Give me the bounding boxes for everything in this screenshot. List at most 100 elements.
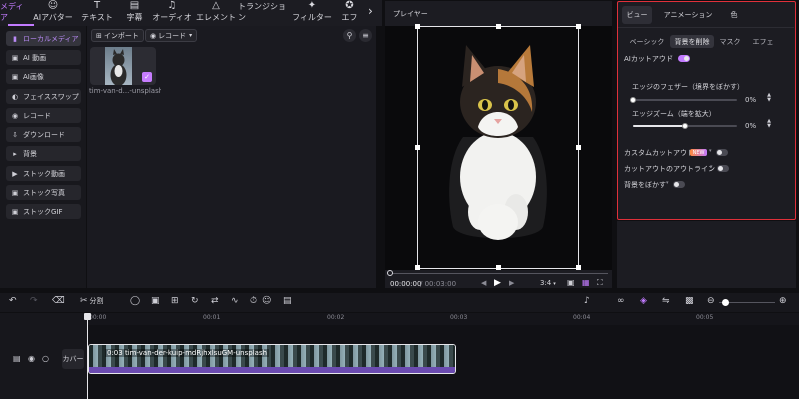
scrubber-knob[interactable] (387, 270, 393, 276)
import-button[interactable]: ⊞ インポート (91, 29, 144, 42)
zoom-value[interactable]: 0% (745, 122, 756, 130)
resize-handle[interactable] (496, 24, 501, 29)
chevron-down-icon[interactable]: ▾ (710, 164, 713, 170)
speed-icon[interactable]: ⏱ (250, 296, 257, 306)
microphone-icon[interactable]: ♪ (584, 296, 590, 306)
tab-view[interactable]: ビュー (622, 6, 652, 24)
feather-stepper[interactable]: ▲ ▼ (765, 93, 773, 103)
sidebar-item-label: 背景 (23, 149, 37, 158)
sidebar-item-download[interactable]: ⇩ ダウンロード (6, 127, 81, 142)
sidebar-item-local-media[interactable]: ▮ ローカルメディア (6, 31, 81, 46)
resize-handle[interactable] (415, 24, 420, 29)
clip-label: 0:03 tim-van-der-kuip-mdRjhxlsuGM-unspla… (105, 349, 270, 357)
prev-frame-icon[interactable]: ◀ (481, 279, 486, 287)
ruler-label: 00:04 (573, 314, 591, 321)
playhead-handle[interactable] (84, 313, 91, 320)
selection-frame[interactable] (415, 24, 581, 270)
delete-icon[interactable]: ⌫ (52, 296, 65, 306)
toolbar-audio[interactable]: ♫ オーディオ (150, 0, 194, 26)
feather-label: エッジのフェザー（境界をぼかす） (632, 83, 744, 91)
mask-icon[interactable]: ◯ (130, 296, 140, 306)
fullscreen-icon[interactable]: ⛶ (597, 278, 603, 288)
record-dropdown[interactable]: ◉ レコード ▾ (145, 29, 198, 42)
zoom-slider-knob[interactable] (682, 123, 688, 129)
feather-value[interactable]: 0% (745, 96, 756, 104)
mirror-icon[interactable]: ⇄ (211, 296, 219, 306)
scrubber-track[interactable] (390, 273, 608, 274)
blur-background-toggle[interactable] (673, 181, 685, 188)
visibility-icon[interactable]: ◉ (28, 354, 35, 363)
custom-cutout-toggle[interactable] (716, 149, 728, 156)
ripple-icon[interactable]: ⇋ (662, 296, 670, 306)
zoom-out-icon[interactable]: ⊖ (707, 296, 715, 306)
zoom-stepper[interactable]: ▲ ▼ (765, 119, 773, 129)
chevron-down-icon[interactable]: ▾ (709, 148, 712, 154)
ai-cutout-toggle[interactable] (678, 55, 690, 62)
toolbar-captions[interactable]: ▤ 字幕 (119, 0, 150, 26)
search-icon[interactable]: ⚲ (343, 29, 356, 42)
toolbar-transition-label: トランジション (238, 2, 286, 22)
play-icon[interactable]: ▶ (494, 278, 501, 288)
sidebar-item-face-swap[interactable]: ◐ フェイススワップ (6, 89, 81, 104)
snapshot-icon[interactable]: ▣ (567, 278, 575, 287)
subtab-remove-background[interactable]: 背景を削除 (670, 35, 714, 48)
filter-icon: ✦ (307, 0, 317, 11)
timeline-zoom-knob[interactable] (722, 299, 729, 306)
magnet-icon[interactable]: ◈ (640, 296, 647, 306)
toolbar-text[interactable]: T テキスト (75, 0, 119, 26)
video-clip[interactable]: 0:03 tim-van-der-kuip-mdRjhxlsuGM-unspla… (88, 344, 456, 374)
subtab-basic[interactable]: ベーシック (628, 35, 666, 48)
sidebar-item-stock-video[interactable]: ▶ ストック動画 (6, 166, 81, 181)
subtab-mask[interactable]: マスク (718, 35, 742, 48)
sidebar-item-label: レコード (23, 111, 51, 120)
tab-color[interactable]: 色 (726, 6, 742, 24)
cover-button[interactable]: カバー (62, 349, 84, 369)
resize-handle[interactable] (576, 24, 581, 29)
sidebar-item-ai-video[interactable]: ▣ AI 動画 (6, 50, 81, 65)
crop-icon[interactable]: ⊞ (171, 296, 179, 306)
sidebar-item-label: AI画像 (23, 72, 44, 81)
zoom-in-icon[interactable]: ⊕ (779, 296, 787, 306)
lock-icon[interactable]: ○ (42, 354, 49, 363)
chevron-down-icon[interactable]: ▾ (670, 54, 673, 60)
timeline-ruler[interactable]: 00:00 00:01 00:02 00:03 00:04 00:05 (87, 313, 799, 325)
toolbar-filter[interactable]: ✦ フィルター (290, 0, 334, 26)
grid-icon[interactable]: ▦ (582, 278, 590, 287)
list-view-icon[interactable]: ≡ (359, 29, 372, 42)
sidebar-item-record[interactable]: ◉ レコード (6, 108, 81, 123)
feather-slider-knob[interactable] (630, 97, 636, 103)
chevron-down-icon[interactable]: ▾ (666, 180, 669, 186)
resize-handle[interactable] (576, 145, 581, 150)
toolbar-transition[interactable]: ⇄ トランジション (238, 0, 290, 26)
sidebar-item-ai-image[interactable]: ▣ AI画像 (6, 69, 81, 84)
link-icon[interactable]: ∞ (617, 296, 625, 306)
undo-icon[interactable]: ↶ (9, 296, 17, 306)
split-button[interactable]: ✂ 分割 (80, 296, 104, 306)
feather-slider[interactable] (630, 97, 737, 103)
track-icon[interactable]: ▤ (13, 354, 21, 363)
sidebar-item-background[interactable]: ▸ 背景 (6, 146, 81, 161)
zoom-slider[interactable] (633, 123, 737, 129)
rotate-icon[interactable]: ↻ (191, 296, 199, 306)
cutout-outline-toggle[interactable] (717, 165, 729, 172)
toolbar-media[interactable]: ▣ メディア (0, 0, 31, 26)
subtab-effect[interactable]: エフェ (748, 35, 778, 48)
aspect-ratio-dropdown[interactable]: 3:4 ▾ (540, 279, 556, 287)
toolbar-effect[interactable]: ✪ エフ (334, 0, 365, 26)
fit-icon[interactable]: ▩ (685, 296, 694, 306)
face-icon[interactable]: ☺ (262, 296, 271, 306)
redo-icon[interactable]: ↷ (30, 296, 38, 306)
next-frame-icon[interactable]: ▶ (509, 279, 514, 287)
sidebar-item-stock-gif[interactable]: ▣ ストックGIF (6, 204, 81, 219)
toolbar-element[interactable]: △ エレメント (194, 0, 238, 26)
text-tool-icon[interactable]: ▣ (151, 296, 160, 306)
tab-animation[interactable]: アニメーション (662, 6, 714, 24)
chevron-right-icon[interactable]: › (368, 4, 373, 18)
player-canvas[interactable] (385, 24, 612, 270)
export-frame-icon[interactable]: ▤ (283, 296, 292, 306)
sidebar-item-stock-photo[interactable]: ▣ ストック写真 (6, 185, 81, 200)
resize-handle[interactable] (415, 145, 420, 150)
playhead[interactable] (87, 313, 88, 399)
toolbar-ai-avatar[interactable]: ☺ AIアバター (31, 0, 75, 26)
audio-wave-icon[interactable]: ∿ (231, 296, 239, 306)
